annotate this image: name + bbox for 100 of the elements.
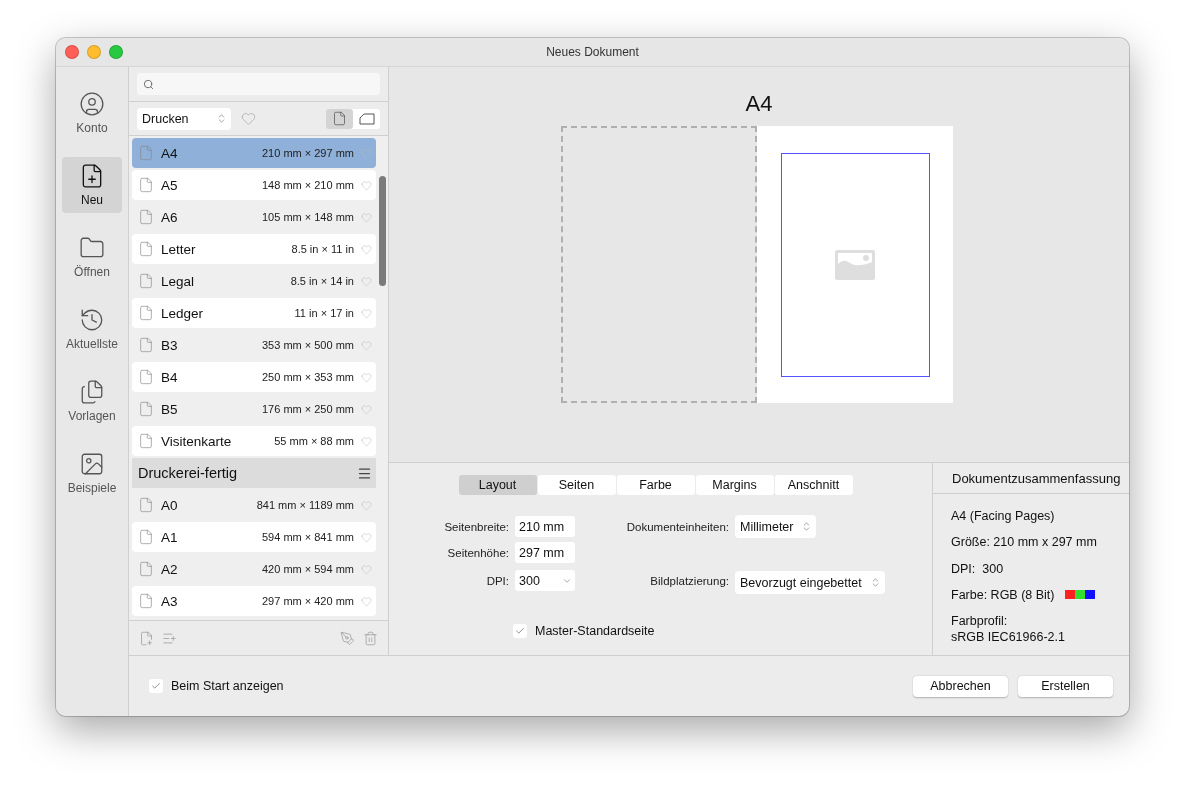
preset-name: A2 — [161, 561, 179, 577]
close-button[interactable] — [65, 45, 79, 59]
dpi-combo-field[interactable]: 300 — [515, 570, 575, 591]
user-icon — [79, 91, 105, 117]
preset-size: 148 mm × 210 mm — [262, 179, 354, 191]
create-button[interactable]: Erstellen — [1018, 675, 1113, 697]
preset-name: A1 — [161, 529, 179, 545]
rgb-swatch-icon — [1064, 590, 1095, 600]
preset-size: 420 mm × 594 mm — [262, 563, 354, 575]
heart-icon[interactable] — [361, 339, 372, 351]
preset-row[interactable]: B5 176 mm × 250 mm — [132, 394, 376, 424]
add-preset-icon[interactable] — [139, 630, 154, 646]
category-dropdown[interactable]: Drucken — [137, 107, 231, 130]
preset-row[interactable]: A0 841 mm × 1189 mm — [132, 490, 376, 520]
preset-row[interactable]: Letter 8.5 in × 11 in — [132, 234, 376, 264]
zoom-button[interactable] — [109, 45, 123, 59]
dropdown[interactable]: Bevorzugt eingebettet — [735, 571, 885, 594]
preset-size: 841 mm × 1189 mm — [256, 499, 354, 511]
settings-tab[interactable]: Anschnitt — [774, 475, 853, 495]
preset-row[interactable]: Visitenkarte 55 mm × 88 mm — [132, 426, 376, 456]
heart-icon[interactable] — [361, 243, 372, 255]
page-icon — [138, 433, 154, 449]
preset-size: 8.5 in × 11 in — [291, 243, 354, 255]
minimize-button[interactable] — [87, 45, 101, 59]
summary-text: Farbprofil: sRGB IEC61966-2.1 — [951, 613, 1065, 646]
heart-icon[interactable] — [361, 563, 372, 575]
pen-icon[interactable] — [340, 630, 355, 646]
preset-name: Ledger — [161, 305, 205, 321]
preset-row[interactable]: B3 353 mm × 500 mm — [132, 330, 376, 360]
menu-icon[interactable] — [357, 465, 372, 481]
portrait-page-icon — [332, 111, 347, 126]
preset-row[interactable]: A6 105 mm × 148 mm — [132, 202, 376, 232]
documents-icon — [79, 379, 105, 405]
heart-icon[interactable] — [361, 595, 372, 607]
preset-size: 8.5 in × 14 in — [290, 275, 354, 287]
field-label: Seitenbreite: — [443, 520, 509, 533]
preset-row[interactable]: A3 297 mm × 420 mm — [132, 586, 376, 616]
preview-title: A4 — [745, 91, 773, 118]
field-label: Seitenhöhe: — [446, 546, 509, 559]
dropdown[interactable]: Millimeter — [735, 515, 817, 538]
heart-icon[interactable] — [361, 275, 372, 287]
list-add-icon[interactable] — [162, 630, 177, 646]
heart-icon[interactable] — [361, 307, 372, 319]
scrollbar-thumb[interactable] — [378, 176, 386, 286]
section-title: Druckerei-fertig — [138, 465, 239, 481]
page-icon — [138, 305, 154, 321]
search-field[interactable] — [137, 73, 380, 95]
sidebar-item[interactable]: Aktuellste — [62, 301, 122, 357]
checkbox-label: Master-Standardseite — [535, 624, 655, 638]
heart-icon[interactable] — [361, 403, 372, 415]
page-icon — [138, 561, 154, 577]
cancel-button[interactable]: Abbrechen — [913, 675, 1008, 697]
preset-size: 176 mm × 250 mm — [262, 403, 354, 415]
page-icon — [138, 273, 154, 289]
sidebar-item[interactable]: Vorlagen — [62, 373, 122, 429]
trash-icon[interactable] — [363, 630, 378, 646]
preset-row[interactable]: A4 210 mm × 297 mm — [132, 138, 376, 168]
page-icon — [138, 177, 154, 193]
sidebar-item[interactable]: Neu — [62, 157, 122, 213]
page-icon — [138, 369, 154, 385]
favorites-heart-icon[interactable] — [241, 111, 256, 126]
preset-name: Letter — [161, 241, 197, 257]
preset-name: A0 — [161, 497, 179, 513]
sidebar-item[interactable]: Konto — [62, 85, 122, 141]
preset-row[interactable]: A5 148 mm × 210 mm — [132, 170, 376, 200]
image-placeholder-icon — [835, 249, 875, 280]
field-label: Dokumenteinheiten: — [625, 520, 729, 533]
landscape-page-icon — [358, 112, 375, 125]
preset-row[interactable]: A2 420 mm × 594 mm — [132, 554, 376, 584]
text-field[interactable]: 210 mm — [515, 516, 575, 537]
preset-size: 105 mm × 148 mm — [262, 211, 354, 223]
settings-tab[interactable]: Seiten — [537, 475, 616, 495]
sidebar-item[interactable]: Öffnen — [62, 229, 122, 285]
summary-title: Dokumentzusammenfassung — [952, 470, 1121, 486]
preset-row[interactable]: Legal 8.5 in × 14 in — [132, 266, 376, 296]
page-icon — [138, 241, 154, 257]
sidebar-item[interactable]: Beispiele — [62, 445, 122, 501]
heart-icon[interactable] — [361, 499, 372, 511]
heart-icon[interactable] — [361, 531, 372, 543]
heart-icon[interactable] — [361, 211, 372, 223]
heart-icon[interactable] — [361, 179, 372, 191]
portrait-button[interactable] — [326, 108, 353, 129]
settings-tab[interactable]: Layout — [458, 475, 537, 495]
settings-tab[interactable]: Farbe — [616, 475, 695, 495]
summary-text: Größe: 210 mm x 297 mm — [951, 534, 1097, 551]
preset-size: 594 mm × 841 mm — [262, 531, 354, 543]
settings-tab[interactable]: Margins — [695, 475, 774, 495]
preset-row[interactable]: Ledger 11 in × 17 in — [132, 298, 376, 328]
heart-icon[interactable] — [361, 371, 372, 383]
preset-size: 55 mm × 88 mm — [274, 435, 354, 447]
checkbox[interactable] — [513, 624, 527, 638]
page-icon — [138, 337, 154, 353]
preset-row[interactable]: B4 250 mm × 353 mm — [132, 362, 376, 392]
checkbox[interactable] — [149, 679, 163, 693]
preset-row[interactable]: A1 594 mm × 841 mm — [132, 522, 376, 552]
page-icon — [138, 401, 154, 417]
chevrons-icon — [216, 113, 227, 124]
text-field[interactable]: 297 mm — [515, 542, 575, 563]
heart-icon[interactable] — [361, 435, 372, 447]
check-icon — [515, 626, 525, 636]
